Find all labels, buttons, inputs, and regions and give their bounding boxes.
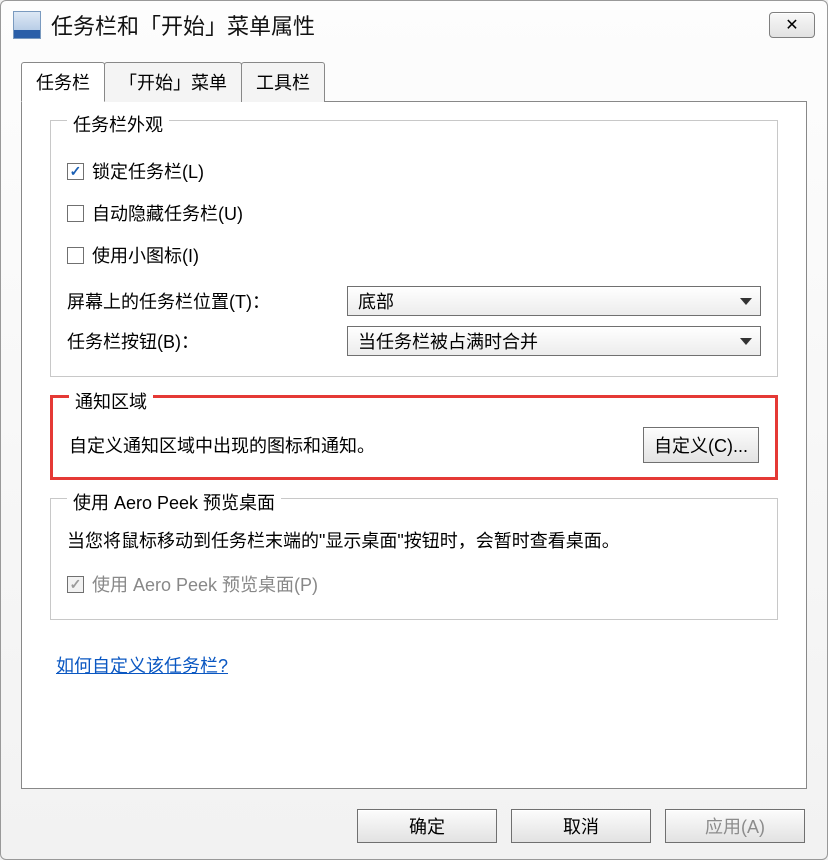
label-aero-peek: 使用 Aero Peek 预览桌面(P) — [92, 571, 318, 597]
tab-toolbars[interactable]: 工具栏 — [241, 62, 325, 102]
dialog-footer: 确定 取消 应用(A) — [1, 797, 827, 859]
label-buttons: 任务栏按钮(B)： — [67, 328, 347, 354]
group-aero-title: 使用 Aero Peek 预览桌面 — [67, 489, 281, 515]
select-position-value: 底部 — [358, 288, 394, 314]
row-lock-taskbar: 锁定任务栏(L) — [67, 150, 761, 192]
content-area: 任务栏 「开始」菜单 工具栏 任务栏外观 锁定任务栏(L) 自动隐藏任务栏(U) — [1, 47, 827, 797]
cancel-button[interactable]: 取消 — [511, 809, 651, 843]
aero-description: 当您将鼠标移动到任务栏末端的"显示桌面"按钮时，会暂时查看桌面。 — [67, 528, 761, 555]
close-button[interactable]: ✕ — [769, 12, 815, 38]
label-auto-hide: 自动隐藏任务栏(U) — [92, 200, 243, 226]
tab-taskbar[interactable]: 任务栏 — [21, 62, 105, 102]
row-aero-peek: 使用 Aero Peek 预览桌面(P) — [67, 563, 761, 605]
checkbox-lock-taskbar[interactable] — [67, 163, 84, 180]
tab-start-menu[interactable]: 「开始」菜单 — [104, 62, 242, 102]
tab-page-taskbar: 任务栏外观 锁定任务栏(L) 自动隐藏任务栏(U) 使用小图标(I) — [21, 101, 807, 789]
help-link[interactable]: 如何自定义该任务栏? — [56, 652, 228, 678]
select-buttons-value: 当任务栏被占满时合并 — [358, 328, 538, 354]
select-buttons[interactable]: 当任务栏被占满时合并 — [347, 326, 761, 356]
customize-button[interactable]: 自定义(C)... — [643, 427, 759, 463]
label-lock-taskbar: 锁定任务栏(L) — [92, 158, 204, 184]
checkbox-aero-peek — [67, 576, 84, 593]
group-aero-peek: 使用 Aero Peek 预览桌面 当您将鼠标移动到任务栏末端的"显示桌面"按钮… — [50, 498, 778, 620]
row-buttons: 任务栏按钮(B)： 当任务栏被占满时合并 — [67, 326, 761, 356]
select-position[interactable]: 底部 — [347, 286, 761, 316]
chevron-down-icon — [740, 298, 752, 305]
label-position: 屏幕上的任务栏位置(T)： — [67, 288, 347, 314]
notification-description: 自定义通知区域中出现的图标和通知。 — [69, 432, 631, 458]
checkbox-auto-hide[interactable] — [67, 205, 84, 222]
titlebar: 任务栏和「开始」菜单属性 ✕ — [1, 1, 827, 47]
row-auto-hide: 自动隐藏任务栏(U) — [67, 192, 761, 234]
window-title: 任务栏和「开始」菜单属性 — [51, 9, 759, 41]
group-notification-title: 通知区域 — [69, 388, 153, 414]
properties-dialog: 任务栏和「开始」菜单属性 ✕ 任务栏 「开始」菜单 工具栏 任务栏外观 锁定任务… — [0, 0, 828, 860]
label-small-icons: 使用小图标(I) — [92, 242, 199, 268]
group-appearance-title: 任务栏外观 — [67, 111, 169, 137]
taskbar-icon — [13, 11, 41, 39]
row-small-icons: 使用小图标(I) — [67, 234, 761, 276]
group-notification-area: 通知区域 自定义通知区域中出现的图标和通知。 自定义(C)... — [50, 395, 778, 480]
tab-strip: 任务栏 「开始」菜单 工具栏 — [21, 61, 807, 101]
chevron-down-icon — [740, 338, 752, 345]
apply-button[interactable]: 应用(A) — [665, 809, 805, 843]
ok-button[interactable]: 确定 — [357, 809, 497, 843]
row-position: 屏幕上的任务栏位置(T)： 底部 — [67, 286, 761, 316]
checkbox-small-icons[interactable] — [67, 247, 84, 264]
group-appearance: 任务栏外观 锁定任务栏(L) 自动隐藏任务栏(U) 使用小图标(I) — [50, 120, 778, 377]
